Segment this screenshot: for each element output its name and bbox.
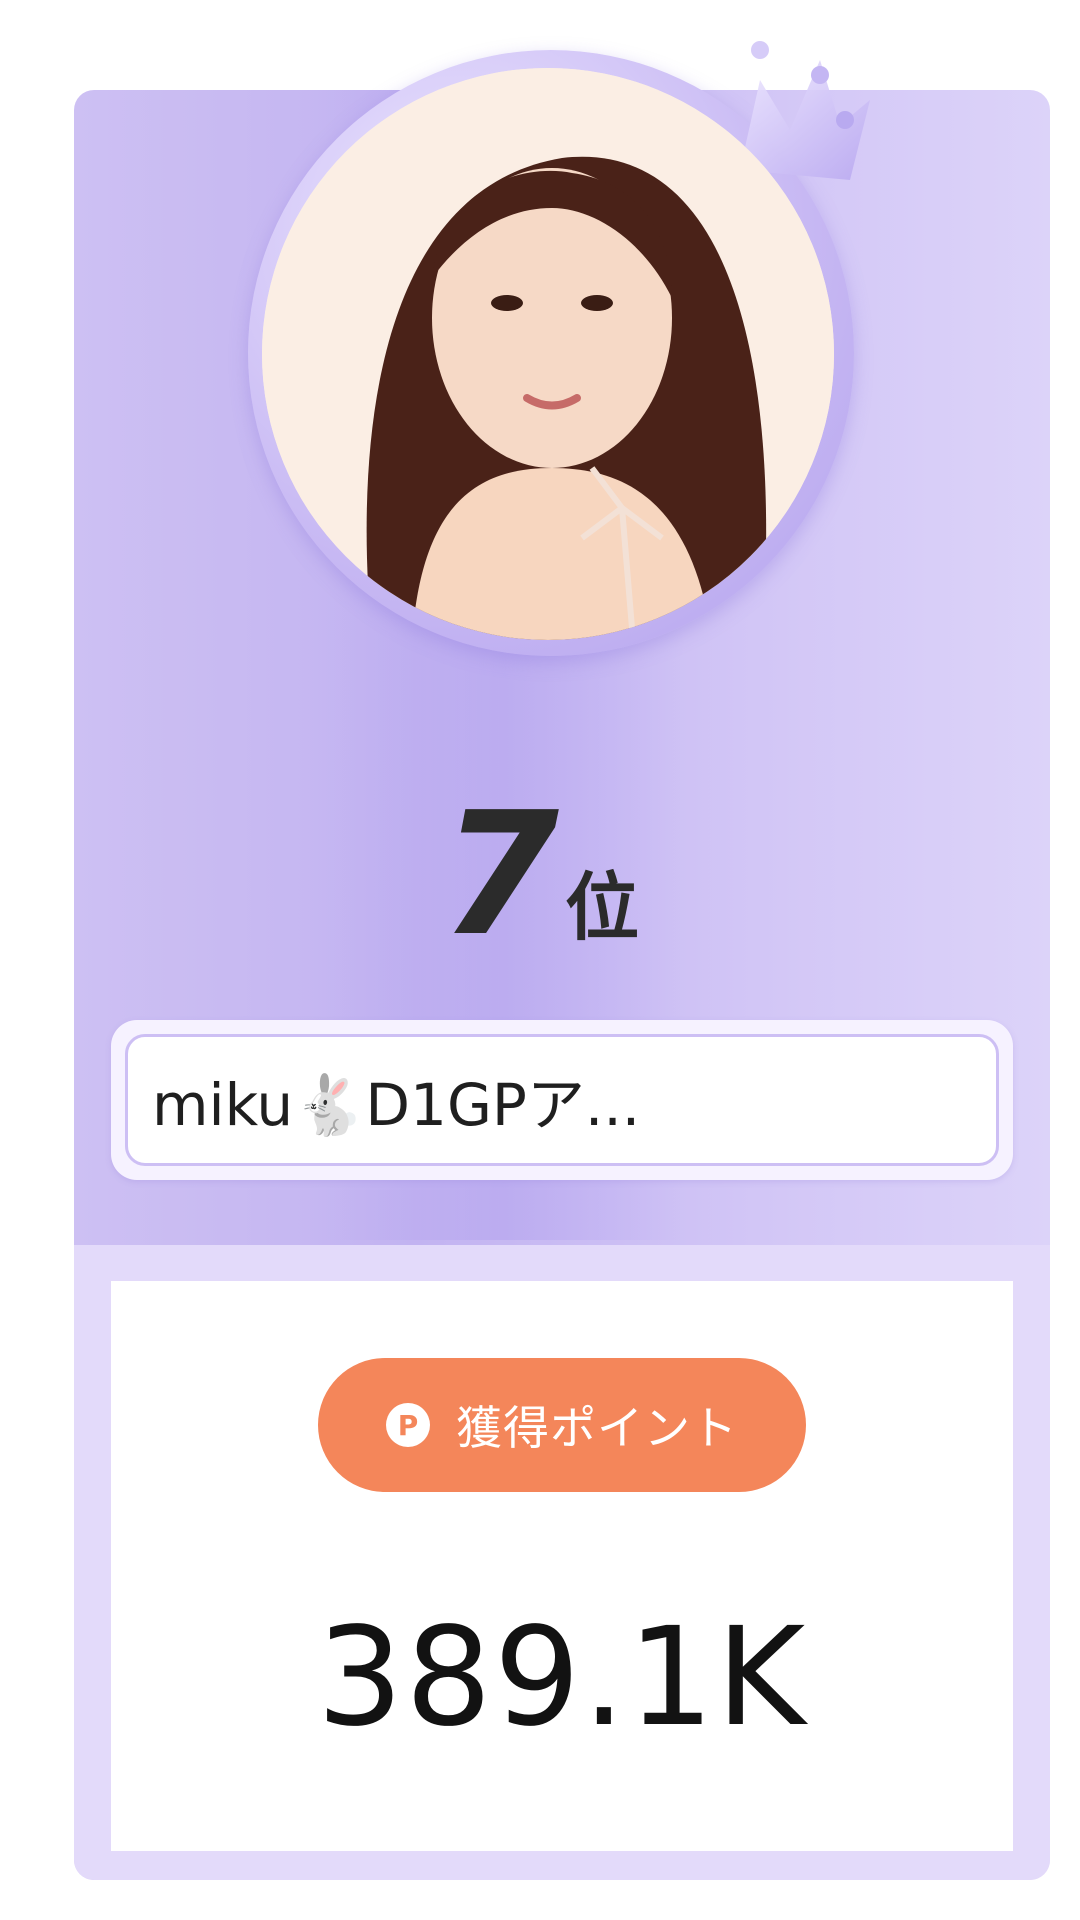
- rank-number: 7: [440, 776, 559, 974]
- p-coin-icon: P: [386, 1403, 430, 1447]
- points-value: 389.1K: [316, 1599, 808, 1757]
- avatar[interactable]: [262, 68, 834, 640]
- points-label-badge: P 獲得ポイント: [318, 1358, 806, 1492]
- user-name-box[interactable]: miku🐇D1GPア...: [111, 1020, 1013, 1180]
- rank-unit: 位: [565, 865, 640, 951]
- user-name: miku🐇D1GPア...: [152, 1071, 641, 1139]
- user-name-field: miku🐇D1GPア...: [125, 1034, 999, 1166]
- rank-display: 7位: [0, 790, 1080, 960]
- points-label: 獲得ポイント: [456, 1401, 738, 1455]
